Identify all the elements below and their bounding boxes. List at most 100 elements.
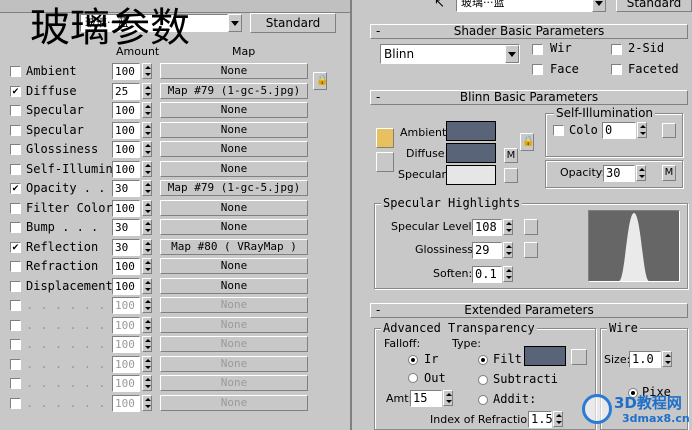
map-slot-button[interactable]: None [160,160,308,177]
map-amount-field[interactable]: 100 [112,336,140,353]
map-slot-button[interactable]: None [160,375,308,391]
faceted-checkbox[interactable] [611,64,622,75]
map-enable-checkbox[interactable] [10,358,21,370]
lock-icon-button[interactable]: 🔒 [520,133,534,151]
map-enable-checkbox[interactable] [10,339,21,350]
map-amount-spinner[interactable] [142,180,152,196]
right-material-type-button[interactable]: Standard [616,0,692,12]
falloff-in-radio[interactable] [408,355,418,365]
map-amount-spinner[interactable] [142,394,152,411]
map-slot-button[interactable]: None [160,219,308,235]
map-amount-spinner[interactable] [142,102,152,118]
map-slot-button[interactable]: None [160,394,308,411]
opacity-map-button[interactable]: M [662,165,676,181]
map-amount-spinner[interactable] [142,355,152,372]
diffuse-map-button[interactable]: M [504,148,518,163]
map-enable-checkbox[interactable] [10,105,21,116]
wire-checkbox[interactable] [532,44,543,55]
map-amount-spinner[interactable] [142,336,152,352]
map-amount-field[interactable]: 30 [112,219,140,236]
map-amount-field[interactable]: 100 [112,141,140,158]
ambient-color-swatch[interactable] [446,121,496,141]
wire-size-spinner[interactable] [662,351,672,367]
filter-map-button[interactable] [571,349,587,365]
map-amount-spinner[interactable] [142,375,152,391]
map-enable-checkbox[interactable] [10,261,21,272]
diffuse-specular-lock-button[interactable] [376,152,394,172]
shader-dropdown-button[interactable] [505,45,519,63]
map-amount-spinner[interactable] [142,82,152,99]
self-illum-color-checkbox[interactable] [553,125,564,136]
soften-field[interactable]: 0.1 [472,266,502,283]
map-amount-field[interactable]: 100 [112,199,140,217]
map-slot-button[interactable]: None [160,277,308,294]
map-amount-field[interactable]: 100 [112,63,140,80]
glossiness-spinner[interactable] [503,242,513,258]
map-enable-checkbox[interactable] [10,222,21,233]
ior-field[interactable]: 1.5 [528,411,553,428]
map-enable-checkbox[interactable] [10,66,21,77]
map-amount-spinner[interactable] [142,316,152,333]
map-slot-button[interactable]: None [160,102,308,118]
map-amount-spinner[interactable] [142,258,152,274]
map-enable-checkbox[interactable] [10,378,21,389]
ambient-diffuse-lock-button[interactable] [376,128,394,148]
lock-ambient-diffuse-button[interactable]: 🔒 [313,72,328,90]
map-amount-field[interactable]: 100 [112,375,140,392]
map-enable-checkbox[interactable] [10,397,21,409]
map-amount-spinner[interactable] [142,63,152,79]
map-enable-checkbox[interactable] [10,280,21,292]
right-material-name-field[interactable]: 玻璃···蓝 [456,0,592,12]
map-enable-checkbox[interactable] [10,163,21,175]
map-amount-field[interactable]: 30 [112,180,140,197]
pick-material-icon[interactable]: ↖ [434,0,445,11]
map-amount-spinner[interactable] [142,141,152,157]
map-enable-checkbox[interactable] [10,85,21,97]
map-slot-button[interactable]: None [160,336,308,352]
map-amount-spinner[interactable] [142,297,152,313]
glossiness-field[interactable]: 29 [472,242,502,259]
amount-field[interactable]: 15 [410,390,442,407]
map-amount-field[interactable]: 100 [112,355,140,373]
glossiness-map-button[interactable] [524,242,538,258]
map-amount-field[interactable]: 25 [112,82,140,100]
diffuse-color-swatch[interactable] [446,143,496,163]
soften-spinner[interactable] [503,266,513,282]
filter-color-swatch[interactable] [524,346,566,366]
map-enable-checkbox[interactable] [10,202,21,214]
map-slot-button[interactable]: None [160,63,308,79]
map-amount-field[interactable]: 100 [112,258,140,275]
map-enable-checkbox[interactable] [10,319,21,331]
map-slot-button[interactable]: Map #80 ( VRayMap ) [160,238,308,255]
map-amount-spinner[interactable] [142,238,152,255]
map-slot-button[interactable]: None [160,355,308,372]
map-amount-spinner[interactable] [142,199,152,216]
map-slot-button[interactable]: None [160,316,308,333]
map-amount-field[interactable]: 100 [112,394,140,412]
specular-level-spinner[interactable] [503,219,513,235]
type-filter-radio[interactable] [478,355,488,365]
blinn-basic-rollout-header[interactable]: - Blinn Basic Parameters [370,90,688,105]
map-amount-spinner[interactable] [142,160,152,177]
map-slot-button[interactable]: None [160,121,308,138]
map-amount-spinner[interactable] [142,219,152,235]
map-amount-field[interactable]: 100 [112,160,140,178]
specular-map-button[interactable] [504,168,518,183]
amount-spinner[interactable] [443,390,453,406]
opacity-spinner[interactable] [636,165,646,181]
shader-type-dropdown[interactable]: Blinn [380,44,520,64]
map-amount-field[interactable]: 100 [112,121,140,139]
extended-rollout-header[interactable]: - Extended Parameters [370,303,688,318]
map-enable-checkbox[interactable] [10,124,21,136]
map-amount-spinner[interactable] [142,277,152,294]
map-enable-checkbox[interactable] [10,144,21,155]
specular-color-swatch[interactable] [446,165,496,185]
map-enable-checkbox[interactable] [10,300,21,311]
map-enable-checkbox[interactable] [10,241,21,253]
right-material-dropdown-button[interactable] [592,0,606,12]
self-illum-map-button[interactable] [662,123,676,138]
type-subtractive-radio[interactable] [478,375,488,385]
falloff-out-radio[interactable] [408,373,418,383]
opacity-value-field[interactable]: 30 [603,165,635,182]
map-amount-field[interactable]: 100 [112,102,140,119]
